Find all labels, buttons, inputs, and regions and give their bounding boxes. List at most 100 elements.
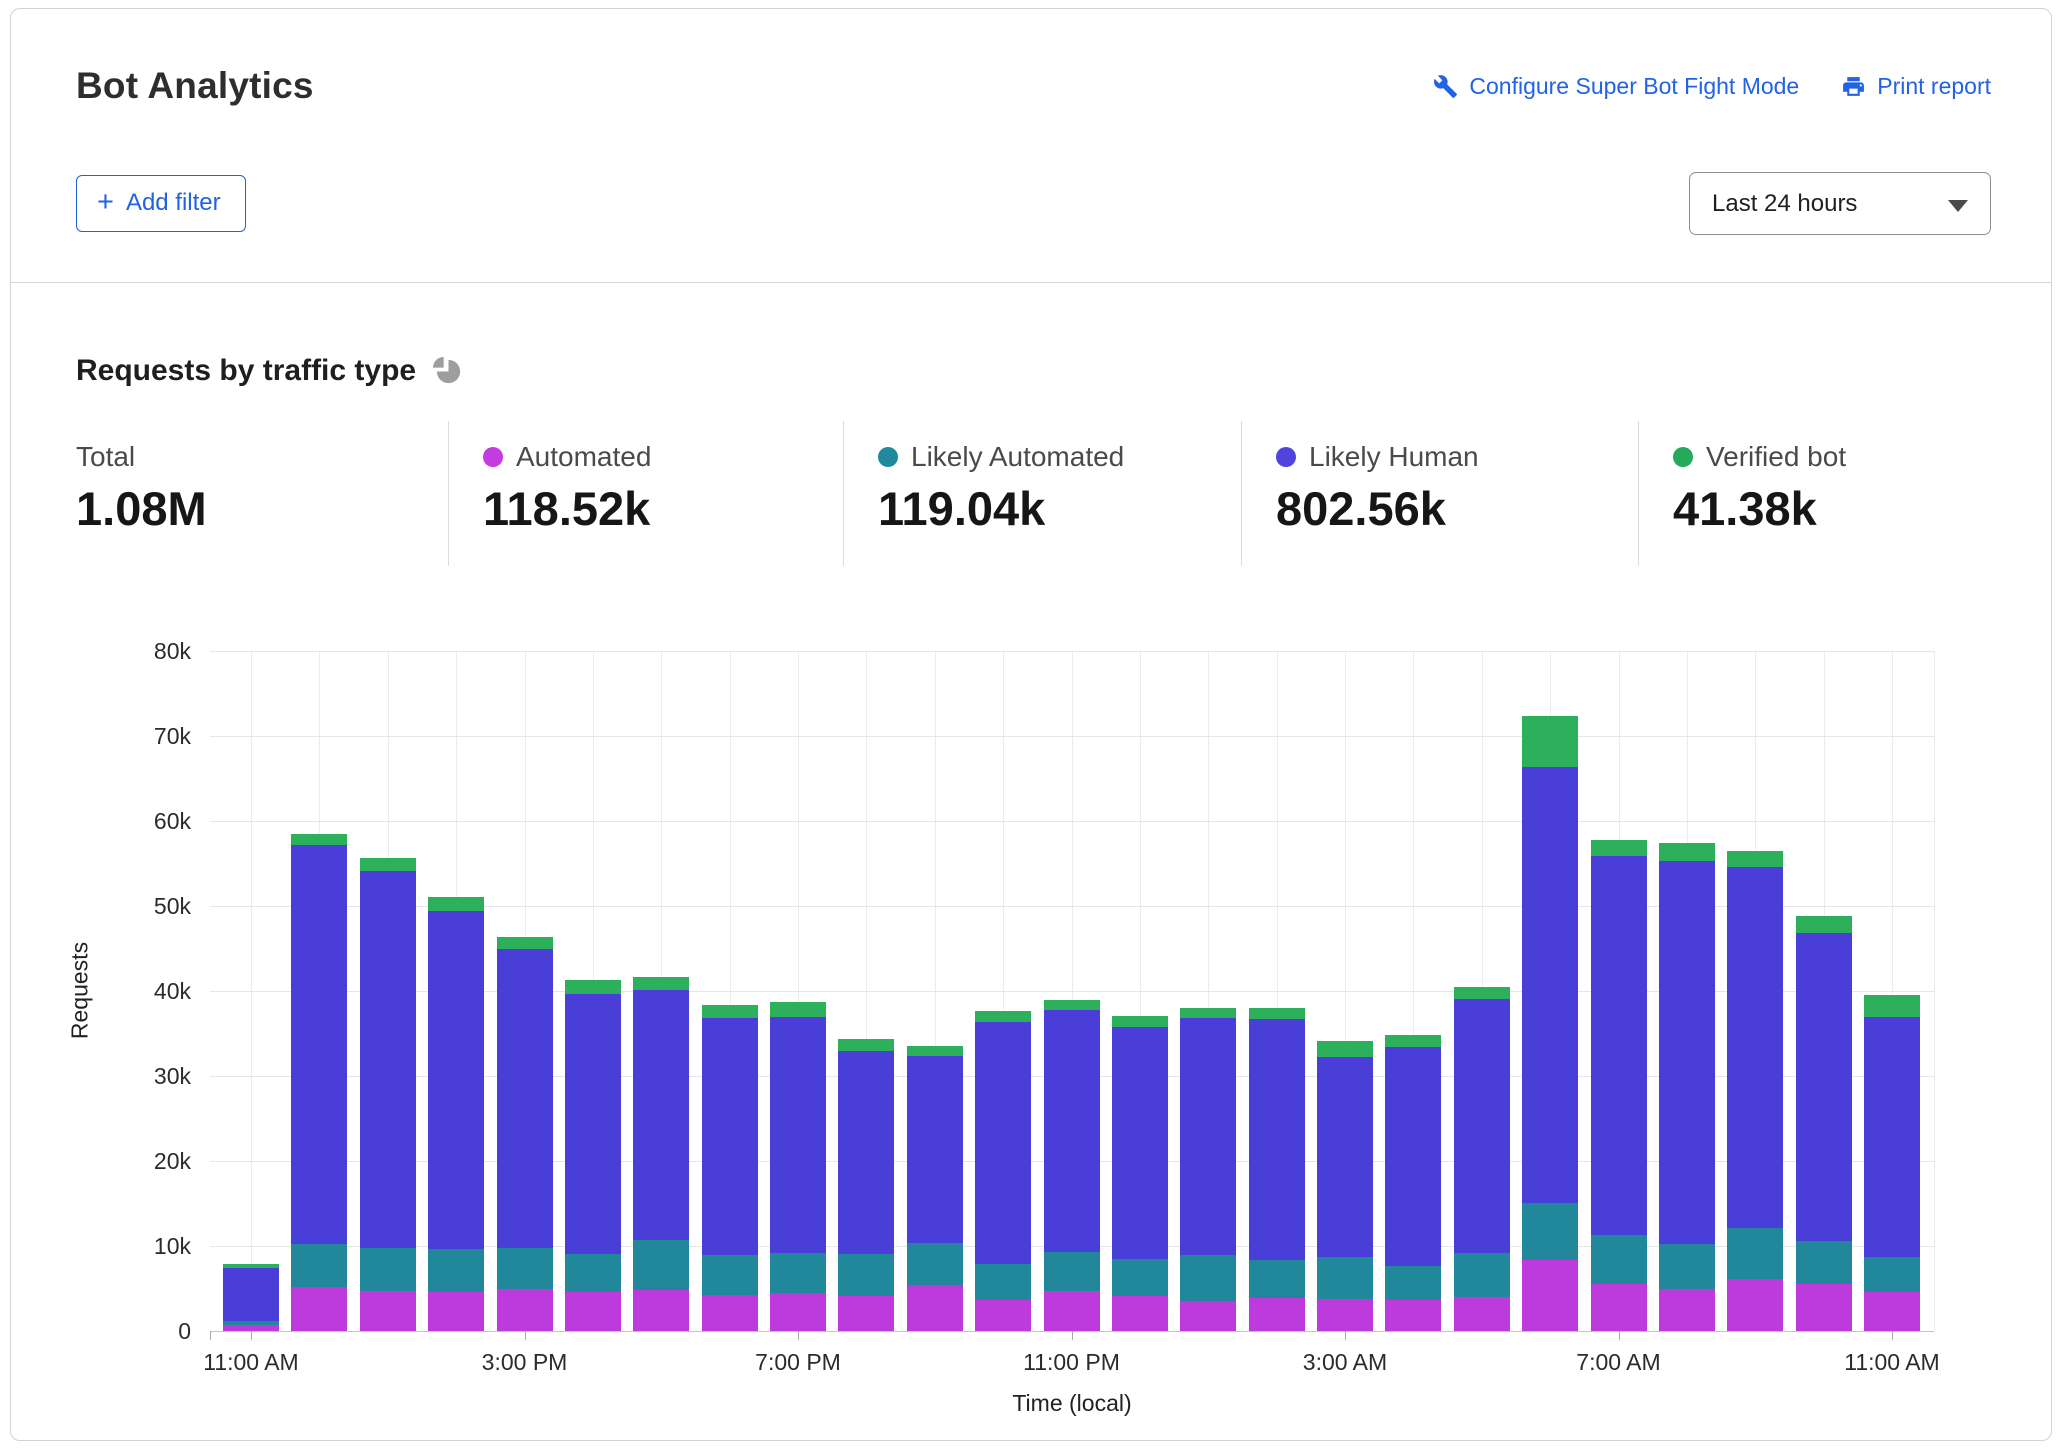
bar-segment-automated[interactable] <box>1180 1301 1236 1331</box>
bar-segment-likely-automated[interactable] <box>1727 1228 1783 1279</box>
bar-6-00-pm[interactable] <box>702 651 758 1331</box>
bar-segment-automated[interactable] <box>1522 1260 1578 1331</box>
bar-segment-likely-human[interactable] <box>907 1056 963 1243</box>
bar-segment-likely-human[interactable] <box>1180 1018 1236 1255</box>
bar-segment-likely-automated[interactable] <box>1591 1235 1647 1284</box>
bar-segment-verified-bot[interactable] <box>1317 1041 1373 1057</box>
bar-10-00-am[interactable] <box>1796 651 1852 1331</box>
bar-segment-verified-bot[interactable] <box>838 1039 894 1050</box>
bar-segment-automated[interactable] <box>1249 1298 1305 1331</box>
bar-segment-likely-human[interactable] <box>1796 933 1852 1241</box>
bar-segment-likely-human[interactable] <box>975 1022 1031 1264</box>
bar-7-00-am[interactable] <box>1591 651 1647 1331</box>
bar-segment-likely-automated[interactable] <box>702 1255 758 1296</box>
bar-segment-likely-human[interactable] <box>291 845 347 1245</box>
bar-segment-likely-human[interactable] <box>1591 856 1647 1235</box>
bar-segment-likely-automated[interactable] <box>360 1248 416 1291</box>
bar-segment-likely-human[interactable] <box>770 1017 826 1253</box>
bar-12-00-pm[interactable] <box>291 651 347 1331</box>
bar-9-00-am[interactable] <box>1727 651 1783 1331</box>
bar-1-00-am[interactable] <box>1180 651 1236 1331</box>
bar-segment-likely-human[interactable] <box>1864 1017 1920 1257</box>
bar-segment-automated[interactable] <box>1317 1299 1373 1331</box>
bar-segment-verified-bot[interactable] <box>975 1011 1031 1022</box>
bar-segment-automated[interactable] <box>1864 1292 1920 1331</box>
bar-segment-automated[interactable] <box>838 1296 894 1331</box>
bar-3-00-pm[interactable] <box>497 651 553 1331</box>
bar-segment-likely-automated[interactable] <box>1249 1260 1305 1297</box>
bar-segment-likely-human[interactable] <box>702 1018 758 1254</box>
bar-9-00-pm[interactable] <box>907 651 963 1331</box>
bar-segment-automated[interactable] <box>907 1285 963 1331</box>
bar-segment-likely-automated[interactable] <box>633 1240 689 1290</box>
bar-segment-verified-bot[interactable] <box>1249 1008 1305 1019</box>
bar-segment-automated[interactable] <box>975 1300 1031 1331</box>
bar-segment-verified-bot[interactable] <box>291 834 347 845</box>
bar-1-00-pm[interactable] <box>360 651 416 1331</box>
bar-segment-likely-human[interactable] <box>1454 999 1510 1253</box>
bar-segment-likely-human[interactable] <box>1044 1010 1100 1252</box>
bar-segment-likely-human[interactable] <box>223 1268 279 1321</box>
bar-segment-likely-automated[interactable] <box>975 1264 1031 1301</box>
bar-5-00-pm[interactable] <box>633 651 689 1331</box>
bar-segment-automated[interactable] <box>1385 1300 1441 1331</box>
time-range-select[interactable]: Last 24 hours <box>1689 172 1991 235</box>
bar-segment-likely-human[interactable] <box>1385 1047 1441 1265</box>
bar-segment-likely-automated[interactable] <box>1454 1253 1510 1297</box>
bar-segment-verified-bot[interactable] <box>565 980 621 994</box>
bar-2-00-pm[interactable] <box>428 651 484 1331</box>
bar-segment-likely-human[interactable] <box>633 990 689 1240</box>
bar-segment-verified-bot[interactable] <box>428 897 484 911</box>
configure-super-bot-fight-mode-link[interactable]: Configure Super Bot Fight Mode <box>1433 73 1799 100</box>
bar-8-00-am[interactable] <box>1659 651 1715 1331</box>
bar-segment-automated[interactable] <box>360 1291 416 1331</box>
bar-4-00-pm[interactable] <box>565 651 621 1331</box>
bar-segment-verified-bot[interactable] <box>633 977 689 991</box>
bar-3-00-am[interactable] <box>1317 651 1373 1331</box>
bar-segment-automated[interactable] <box>291 1287 347 1331</box>
bar-segment-likely-automated[interactable] <box>1659 1244 1715 1288</box>
bar-segment-likely-automated[interactable] <box>907 1243 963 1286</box>
bar-segment-likely-automated[interactable] <box>770 1253 826 1293</box>
bar-segment-likely-automated[interactable] <box>1112 1259 1168 1296</box>
bar-segment-automated[interactable] <box>770 1293 826 1331</box>
bar-segment-automated[interactable] <box>1727 1279 1783 1331</box>
bar-segment-likely-human[interactable] <box>565 994 621 1254</box>
bar-segment-likely-human[interactable] <box>1249 1019 1305 1260</box>
bar-segment-automated[interactable] <box>565 1292 621 1331</box>
bar-segment-verified-bot[interactable] <box>702 1005 758 1019</box>
add-filter-button[interactable]: + Add filter <box>76 175 246 232</box>
bar-segment-verified-bot[interactable] <box>360 858 416 871</box>
bar-segment-likely-automated[interactable] <box>291 1244 347 1287</box>
bar-segment-likely-human[interactable] <box>1112 1027 1168 1259</box>
bar-segment-verified-bot[interactable] <box>907 1046 963 1055</box>
bar-segment-verified-bot[interactable] <box>1180 1008 1236 1018</box>
bar-4-00-am[interactable] <box>1385 651 1441 1331</box>
bar-segment-likely-automated[interactable] <box>1317 1257 1373 1299</box>
bar-segment-likely-automated[interactable] <box>1385 1266 1441 1300</box>
bar-segment-verified-bot[interactable] <box>770 1002 826 1016</box>
bar-segment-automated[interactable] <box>1044 1291 1100 1331</box>
bar-7-00-pm[interactable] <box>770 651 826 1331</box>
bar-segment-likely-human[interactable] <box>1317 1057 1373 1257</box>
bar-11-00-am[interactable] <box>1864 651 1920 1331</box>
bar-segment-likely-human[interactable] <box>1522 767 1578 1203</box>
bar-segment-likely-automated[interactable] <box>838 1254 894 1297</box>
bar-segment-verified-bot[interactable] <box>1591 840 1647 856</box>
bar-segment-likely-human[interactable] <box>497 949 553 1248</box>
bar-segment-likely-human[interactable] <box>428 911 484 1248</box>
bar-segment-verified-bot[interactable] <box>1385 1035 1441 1047</box>
bar-segment-likely-automated[interactable] <box>1044 1252 1100 1291</box>
bar-segment-likely-automated[interactable] <box>565 1254 621 1292</box>
bar-segment-likely-human[interactable] <box>360 871 416 1248</box>
bar-segment-automated[interactable] <box>1591 1284 1647 1331</box>
bar-segment-automated[interactable] <box>633 1290 689 1331</box>
bar-segment-likely-human[interactable] <box>838 1051 894 1254</box>
bar-segment-likely-automated[interactable] <box>1796 1241 1852 1284</box>
bar-10-00-pm[interactable] <box>975 651 1031 1331</box>
bar-segment-likely-human[interactable] <box>1659 861 1715 1244</box>
bar-segment-likely-automated[interactable] <box>1522 1203 1578 1261</box>
bar-segment-verified-bot[interactable] <box>1454 987 1510 999</box>
bar-segment-verified-bot[interactable] <box>1796 916 1852 933</box>
bar-segment-likely-automated[interactable] <box>497 1248 553 1290</box>
